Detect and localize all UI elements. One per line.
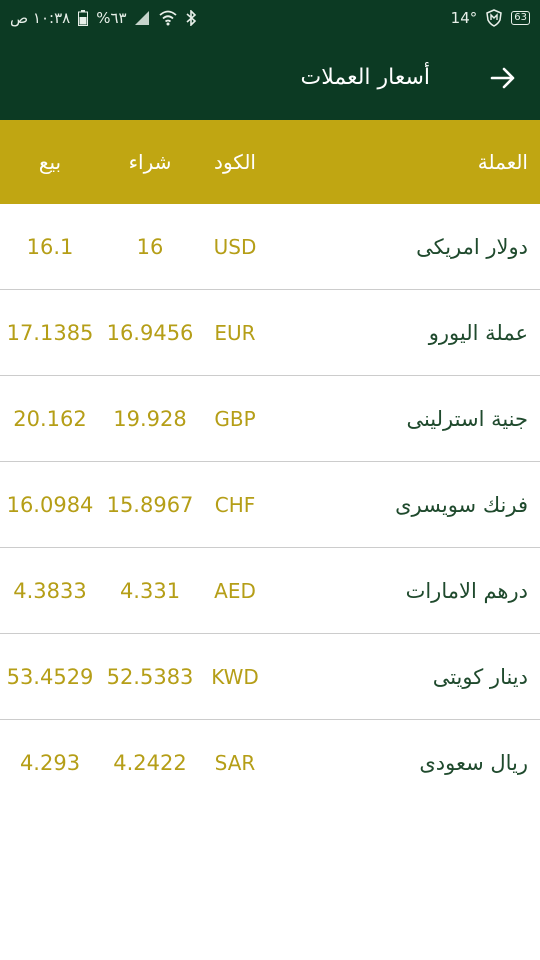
buy-price: 16 — [136, 234, 164, 259]
currency-code: EUR — [214, 320, 256, 345]
back-button[interactable] — [488, 63, 518, 93]
battery-icon — [78, 9, 89, 26]
sell-price: 16.0984 — [6, 492, 94, 517]
buy-price: 15.8967 — [106, 492, 194, 517]
status-left: ١٠:٣٨ ص %٦٣ — [10, 9, 197, 27]
currency-name: فرنك سويسرى — [395, 492, 528, 517]
sell-price: 4.3833 — [13, 578, 87, 603]
table-header: العملة الكود شراء بيع — [0, 120, 540, 204]
sell-price: 20.162 — [13, 406, 87, 431]
page-title: أسعار العملات — [300, 65, 430, 90]
table-row[interactable]: ريال سعودى SAR 4.2422 4.293 — [0, 720, 540, 805]
buy-price: 19.928 — [113, 406, 187, 431]
wifi-icon — [158, 10, 177, 26]
header-sell: بيع — [38, 150, 62, 174]
weather-temperature: 14° — [450, 8, 478, 27]
currency-name: ريال سعودى — [419, 750, 528, 775]
table-row[interactable]: دينار كويتى KWD 52.5383 53.4529 — [0, 634, 540, 720]
currency-name: عملة اليورو — [428, 320, 528, 345]
header-currency: العملة — [477, 150, 528, 174]
sell-price: 17.1385 — [6, 320, 94, 345]
header-buy: شراء — [128, 150, 172, 174]
currency-name: جنية استرلينى — [406, 406, 528, 431]
buy-price: 52.5383 — [106, 664, 194, 689]
currency-code: AED — [214, 578, 256, 603]
header-code: الكود — [214, 150, 256, 174]
sell-price: 53.4529 — [6, 664, 94, 689]
currency-code: USD — [213, 234, 257, 259]
cell-signal-icon — [134, 10, 151, 25]
sell-price: 4.293 — [19, 750, 81, 775]
shield-icon — [485, 8, 503, 27]
buy-price: 16.9456 — [106, 320, 194, 345]
buy-price: 4.2422 — [113, 750, 187, 775]
currency-code: KWD — [211, 664, 259, 689]
currency-code: GBP — [214, 406, 256, 431]
currency-name: دولار امريكى — [416, 234, 528, 259]
table-row[interactable]: عملة اليورو EUR 16.9456 17.1385 — [0, 290, 540, 376]
arrow-right-icon — [490, 67, 515, 88]
currency-name: درهم الامارات — [405, 578, 528, 603]
app-bar: أسعار العملات — [0, 35, 540, 120]
sell-price: 16.1 — [26, 234, 74, 259]
table-row[interactable]: درهم الامارات AED 4.331 4.3833 — [0, 548, 540, 634]
currency-code: CHF — [214, 492, 256, 517]
bluetooth-icon — [185, 9, 197, 26]
currency-code: SAR — [214, 750, 256, 775]
currency-name: دينار كويتى — [432, 664, 528, 689]
table-row[interactable]: دولار امريكى USD 16 16.1 — [0, 204, 540, 290]
buy-price: 4.331 — [119, 578, 181, 603]
table-row[interactable]: فرنك سويسرى CHF 15.8967 16.0984 — [0, 462, 540, 548]
status-right: 14° 63 — [451, 9, 530, 27]
table-row[interactable]: جنية استرلينى GBP 19.928 20.162 — [0, 376, 540, 462]
rates-list: دولار امريكى USD 16 16.1 عملة اليورو EUR… — [0, 204, 540, 805]
status-bar: ١٠:٣٨ ص %٦٣ 14° 63 — [0, 0, 540, 35]
battery-percent: %٦٣ — [96, 8, 127, 27]
status-time: ١٠:٣٨ ص — [10, 8, 71, 27]
notification-badge: 63 — [511, 10, 530, 25]
